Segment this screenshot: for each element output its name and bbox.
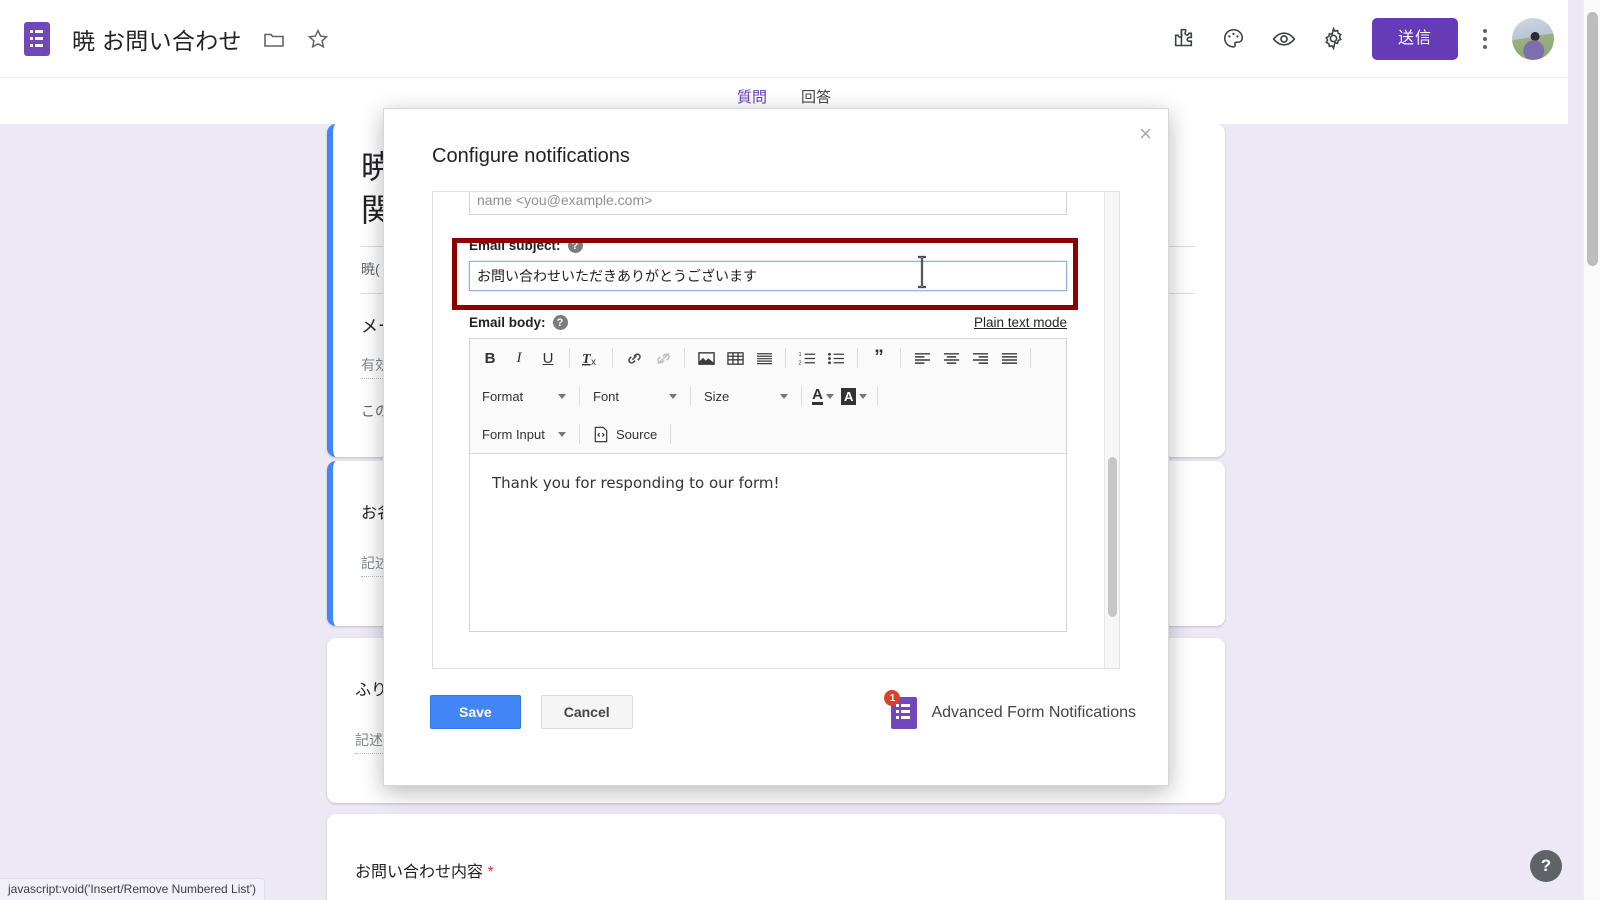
- chevron-down-icon: [558, 393, 566, 399]
- advanced-form-notifications-label: Advanced Form Notifications: [931, 704, 1136, 721]
- form-bottom-spacer: [469, 632, 1067, 668]
- form-input-dropdown[interactable]: Form Input: [476, 421, 572, 447]
- bulleted-list-icon[interactable]: [822, 345, 850, 371]
- italic-icon[interactable]: I: [505, 345, 533, 371]
- source-code-icon: [594, 426, 608, 442]
- plain-text-mode-link[interactable]: Plain text mode: [974, 315, 1067, 330]
- help-icon[interactable]: ?: [567, 238, 583, 253]
- font-dropdown[interactable]: Font: [587, 383, 683, 409]
- format-dropdown-label: Format: [482, 388, 524, 404]
- dialog-title: Configure notifications: [432, 145, 630, 167]
- blockquote-icon[interactable]: ”: [865, 345, 893, 371]
- google-forms-editor: 暁 お問い合わせ 送信 質問 回答 暁 関 暁(メー 有効 この お名 記述 …: [0, 0, 1600, 900]
- insert-image-icon[interactable]: [692, 345, 720, 371]
- divider: [857, 348, 858, 368]
- cancel-button[interactable]: Cancel: [540, 695, 633, 729]
- dialog-scrollbar[interactable]: [1104, 192, 1119, 668]
- editor-toolbar-row-2: Format Font Size A A: [470, 377, 1066, 415]
- chevron-down-icon: [859, 393, 868, 399]
- editor-toolbar-row-1: B I U T x 1 2 ”: [470, 339, 1066, 377]
- remove-format-icon[interactable]: T x: [577, 345, 605, 371]
- close-icon[interactable]: ×: [1139, 123, 1152, 145]
- help-icon[interactable]: ?: [552, 315, 568, 330]
- link-icon[interactable]: [620, 345, 648, 371]
- dialog-scrollbar-thumb[interactable]: [1108, 457, 1117, 617]
- svg-text:2: 2: [798, 360, 801, 366]
- advanced-form-notifications-branding[interactable]: 1 Advanced Form Notifications: [884, 690, 1136, 729]
- chevron-down-icon: [825, 393, 834, 399]
- email-subject-input[interactable]: [469, 261, 1067, 291]
- unlink-icon[interactable]: [649, 345, 677, 371]
- background-color-button[interactable]: A: [838, 383, 870, 409]
- status-bar: javascript:void('Insert/Remove Numbered …: [0, 878, 266, 900]
- save-button[interactable]: Save: [430, 695, 521, 729]
- numbered-list-icon[interactable]: 1 2: [793, 345, 821, 371]
- format-dropdown[interactable]: Format: [476, 383, 572, 409]
- email-body-label: Email body: ?: [469, 315, 568, 330]
- align-left-icon[interactable]: [908, 345, 936, 371]
- text-color-label: A: [812, 385, 823, 405]
- divider: [579, 386, 580, 406]
- font-dropdown-label: Font: [593, 388, 620, 404]
- bold-icon[interactable]: B: [476, 345, 504, 371]
- insert-table-icon[interactable]: [721, 345, 749, 371]
- rich-text-editor: B I U T x 1 2 ” Format Font Size A A For…: [469, 338, 1067, 632]
- email-subject-label-text: Email subject:: [469, 238, 561, 253]
- svg-text:x: x: [591, 357, 596, 367]
- text-color-button[interactable]: A: [809, 383, 837, 409]
- email-subject-label: Email subject: ?: [469, 238, 1067, 253]
- chevron-down-icon: [669, 393, 677, 399]
- underline-icon[interactable]: U: [534, 345, 562, 371]
- reply-to-input[interactable]: [469, 192, 1067, 215]
- svg-text:1: 1: [798, 352, 801, 358]
- divider: [684, 348, 685, 368]
- divider: [785, 348, 786, 368]
- notification-settings-form: Reply to (From): ? Email subject: ?: [433, 192, 1103, 668]
- divider: [877, 386, 879, 406]
- align-center-icon[interactable]: [937, 345, 965, 371]
- configure-notifications-dialog: × Configure notifications Reply to (From…: [383, 108, 1169, 786]
- divider: [1030, 348, 1031, 368]
- divider: [801, 386, 802, 406]
- divider: [670, 424, 672, 444]
- dialog-scroll-region: Reply to (From): ? Email subject: ?: [433, 192, 1119, 668]
- divider: [579, 424, 580, 444]
- divider: [569, 348, 570, 368]
- editor-toolbar-row-3: Form Input Source: [470, 415, 1066, 453]
- divider: [612, 348, 613, 368]
- dialog-content-frame: Reply to (From): ? Email subject: ?: [432, 191, 1120, 669]
- divider: [690, 386, 691, 406]
- form-input-dropdown-label: Form Input: [482, 426, 545, 442]
- email-body-text: Thank you for responding to our form!: [492, 474, 780, 492]
- size-dropdown[interactable]: Size: [698, 383, 794, 409]
- size-dropdown-label: Size: [704, 388, 730, 404]
- text-cursor: [914, 255, 930, 294]
- advanced-form-notifications-icon: 1: [884, 690, 918, 729]
- notification-badge: 1: [884, 690, 901, 706]
- align-justify-icon[interactable]: [995, 345, 1023, 371]
- background-color-label: A: [841, 387, 857, 405]
- align-right-icon[interactable]: [966, 345, 994, 371]
- source-label: Source: [616, 426, 658, 442]
- email-body-label-text: Email body:: [469, 315, 546, 330]
- chevron-down-icon: [558, 431, 566, 437]
- chevron-down-icon: [780, 393, 788, 399]
- email-body-editable[interactable]: Thank you for responding to our form!: [470, 453, 1066, 631]
- dialog-footer: Save Cancel: [430, 695, 633, 729]
- source-button[interactable]: Source: [587, 421, 663, 447]
- horizontal-rule-icon[interactable]: [750, 345, 778, 371]
- divider: [900, 348, 901, 368]
